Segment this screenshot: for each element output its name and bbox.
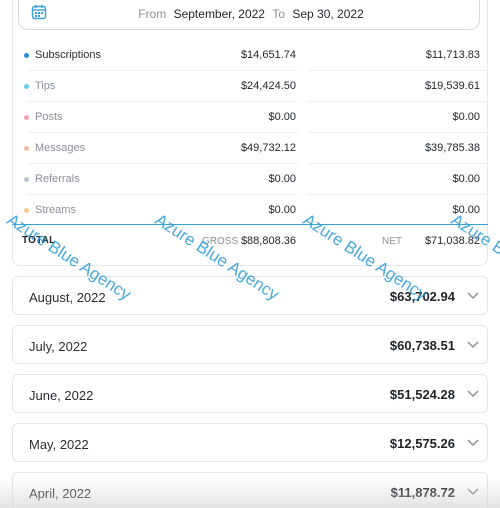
messages-dot-icon	[24, 146, 29, 151]
row-gross: $0.00	[268, 111, 296, 123]
total-label: TOTAL	[22, 235, 56, 246]
row-gross: $49,732.12	[240, 142, 296, 154]
month-label: July, 2022	[29, 339, 88, 354]
month-row-may-2022[interactable]: May, 2022 $12,575.26	[12, 423, 488, 462]
tips-dot-icon	[24, 84, 29, 89]
row-net: $0.00	[452, 111, 480, 123]
gross-total: $88,808.36	[240, 235, 296, 247]
month-amount: $51,524.28	[389, 387, 455, 402]
breakdown-row-streams: Streams $0.00 $0.00	[12, 195, 488, 226]
row-net: $0.00	[452, 204, 480, 216]
breakdown-row-subscriptions: Subscriptions $14,651.74 $11,713.83	[12, 40, 488, 71]
month-label: April, 2022	[29, 486, 92, 501]
row-gross: $14,651.74	[240, 49, 296, 61]
net-total: $71,038.82	[424, 235, 480, 247]
chevron-down-icon[interactable]	[467, 487, 479, 497]
row-gross: $0.00	[268, 173, 296, 185]
breakdown-row-messages: Messages $49,732.12 $39,785.38	[12, 133, 488, 164]
row-net: $11,713.83	[425, 49, 480, 61]
total-row: TOTAL GROSS $88,808.36 NET $71,038.82	[12, 233, 488, 251]
month-label: August, 2022	[29, 290, 106, 305]
date-range-picker[interactable]: From September, 2022 To Sep 30, 2022	[18, 0, 480, 30]
breakdown-row-referrals: Referrals $0.00 $0.00	[12, 164, 488, 195]
row-label: Posts	[35, 111, 63, 123]
from-value: September, 2022	[173, 7, 265, 21]
row-label: Messages	[35, 142, 86, 154]
date-range-text: From September, 2022 To Sep 30, 2022	[19, 7, 479, 21]
row-net: $39,785.38	[424, 142, 480, 154]
total-divider	[12, 224, 488, 225]
row-label: Streams	[35, 204, 76, 216]
row-net: $0.00	[452, 173, 480, 185]
chevron-down-icon[interactable]	[467, 291, 479, 301]
chevron-down-icon[interactable]	[467, 389, 479, 399]
row-label: Subscriptions	[35, 49, 102, 61]
month-label: June, 2022	[29, 388, 94, 403]
from-label: From	[138, 7, 167, 21]
month-row-july-2022[interactable]: July, 2022 $60,738.51	[12, 325, 488, 364]
net-label: NET	[382, 236, 402, 247]
referrals-dot-icon	[24, 177, 29, 182]
month-label: May, 2022	[29, 437, 89, 452]
posts-dot-icon	[24, 115, 29, 120]
breakdown-row-tips: Tips $24,424.50 $19,539.61	[12, 71, 488, 102]
earnings-page: From September, 2022 To Sep 30, 2022 Sub…	[0, 0, 500, 508]
streams-dot-icon	[24, 208, 29, 213]
subscriptions-dot-icon	[24, 53, 29, 58]
month-amount: $11,878.72	[390, 485, 455, 500]
month-row-june-2022[interactable]: June, 2022 $51,524.28	[12, 374, 488, 413]
to-value: Sep 30, 2022	[292, 7, 364, 21]
month-row-april-2022[interactable]: April, 2022 $11,878.72	[12, 472, 488, 508]
row-net: $19,539.61	[424, 80, 480, 92]
chevron-down-icon[interactable]	[467, 340, 479, 350]
month-amount: $63,702.94	[389, 289, 455, 304]
month-amount: $12,575.26	[389, 436, 455, 451]
chevron-down-icon[interactable]	[467, 438, 479, 448]
row-gross: $0.00	[268, 204, 296, 216]
row-label: Tips	[35, 80, 56, 92]
gross-label: GROSS	[202, 236, 239, 247]
to-label: To	[272, 7, 286, 21]
row-label: Referrals	[35, 173, 80, 185]
month-amount: $60,738.51	[389, 338, 455, 353]
breakdown-row-posts: Posts $0.00 $0.00	[12, 102, 488, 133]
month-row-august-2022[interactable]: August, 2022 $63,702.94	[12, 276, 488, 315]
breakdown-rows: Subscriptions $14,651.74 $11,713.83 Tips…	[12, 40, 488, 226]
row-gross: $24,424.50	[240, 80, 296, 92]
